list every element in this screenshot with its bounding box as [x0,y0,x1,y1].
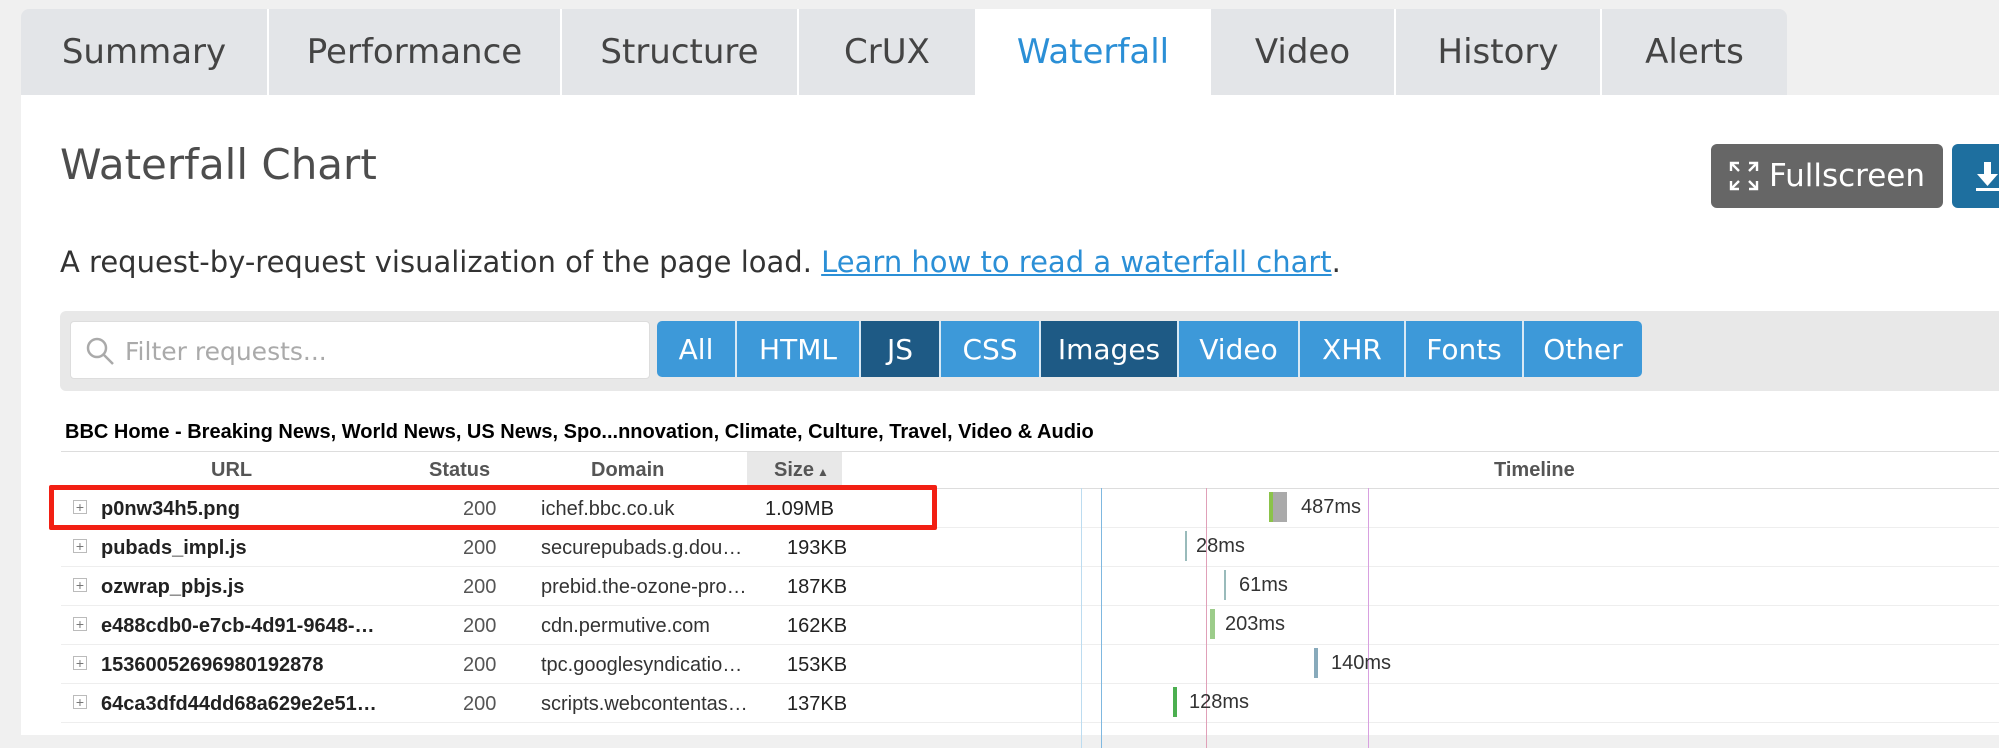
row-size: 187KB [787,576,848,598]
filter-bar: All HTML JS CSS Images Video XHR Fonts O… [60,311,1999,391]
filter-video[interactable]: Video [1179,321,1300,377]
timeline-bar [1224,570,1226,600]
expand-icon[interactable]: + [73,578,87,592]
timeline-bar [1210,609,1215,639]
row-url: 64ca3dfd44dd68a629e2e51… [101,693,377,715]
expand-icon[interactable]: + [73,656,87,670]
row-domain: tpc.googlesyndicatio… [541,654,743,676]
page-title: Waterfall Chart [60,140,377,189]
tab-crux[interactable]: CrUX [799,9,977,95]
row-status: 200 [463,576,497,598]
timeline: 487ms 28ms 61ms 203ms 140ms 128ms [1081,488,1999,748]
row-duration: 140ms [1331,652,1392,674]
filter-other[interactable]: Other [1524,321,1642,377]
timeline-marker [1081,488,1082,748]
timeline-bar [1314,648,1318,678]
row-duration: 487ms [1301,496,1362,518]
description-suffix: . [1331,245,1341,279]
header-status[interactable]: Status [429,459,490,482]
row-status: 200 [463,654,497,676]
filter-js[interactable]: JS [861,321,941,377]
waterfall-help-link[interactable]: Learn how to read a waterfall chart [821,245,1332,279]
page-name: BBC Home - Breaking News, World News, US… [65,421,1094,443]
row-url: 15360052696980192878 [101,654,324,676]
timeline-bar [1185,531,1187,561]
fullscreen-button[interactable]: Fullscreen [1711,144,1943,208]
row-domain: cdn.permutive.com [541,615,710,637]
timeline-marker [1101,488,1102,748]
filter-html[interactable]: HTML [737,321,861,377]
download-button[interactable] [1952,144,1999,208]
row-status: 200 [463,693,497,715]
description-text: A request-by-request visualization of th… [60,245,822,279]
header-url[interactable]: URL [211,459,252,482]
filter-input[interactable] [123,330,647,372]
row-size: 153KB [787,654,848,676]
timeline-bar [1273,492,1287,522]
tab-performance[interactable]: Performance [269,9,562,95]
filter-fonts[interactable]: Fonts [1406,321,1524,377]
row-size: 137KB [787,693,848,715]
tab-bar: Summary Performance Structure CrUX Water… [21,9,1787,95]
highlight-box [49,485,937,530]
row-url: pubads_impl.js [101,537,247,559]
row-domain: scripts.webcontentas… [541,693,748,715]
sort-asc-icon: ▲ [817,465,829,479]
tab-summary[interactable]: Summary [21,9,269,95]
tab-structure[interactable]: Structure [562,9,799,95]
row-domain: securepubads.g.dou… [541,537,743,559]
tab-video[interactable]: Video [1211,9,1396,95]
expand-icon[interactable]: + [73,617,87,631]
row-size: 193KB [787,537,848,559]
row-domain: prebid.the-ozone-pro… [541,576,747,598]
search-box[interactable] [70,321,650,379]
row-url: ozwrap_pbjs.js [101,576,245,598]
tab-alerts[interactable]: Alerts [1602,9,1787,95]
row-size: 162KB [787,615,848,637]
table-header: URL Status Domain Size ▲ Timeline [61,451,1999,489]
description: A request-by-request visualization of th… [60,245,1341,279]
expand-icon[interactable]: + [73,695,87,709]
fullscreen-label: Fullscreen [1768,158,1926,194]
download-icon [1976,162,1999,191]
filter-all[interactable]: All [657,321,737,377]
expand-icon[interactable]: + [73,539,87,553]
expand-icon [1729,161,1759,191]
row-duration: 28ms [1196,535,1245,557]
header-domain[interactable]: Domain [591,459,664,482]
tab-history[interactable]: History [1396,9,1602,95]
filter-images[interactable]: Images [1041,321,1179,377]
type-filter-group: All HTML JS CSS Images Video XHR Fonts O… [657,321,1642,377]
row-duration: 128ms [1189,691,1250,713]
filter-css[interactable]: CSS [941,321,1041,377]
row-status: 200 [463,615,497,637]
header-size[interactable]: Size ▲ [774,459,829,482]
timeline-bar [1173,687,1177,717]
filter-xhr[interactable]: XHR [1300,321,1406,377]
row-url: e488cdb0-e7cb-4d91-9648-… [101,615,375,637]
search-icon [86,337,114,365]
row-duration: 203ms [1225,613,1286,635]
timeline-marker [1368,488,1369,748]
row-status: 200 [463,537,497,559]
tab-waterfall[interactable]: Waterfall [977,9,1211,95]
header-timeline: Timeline [1494,459,1575,481]
row-duration: 61ms [1239,574,1288,596]
